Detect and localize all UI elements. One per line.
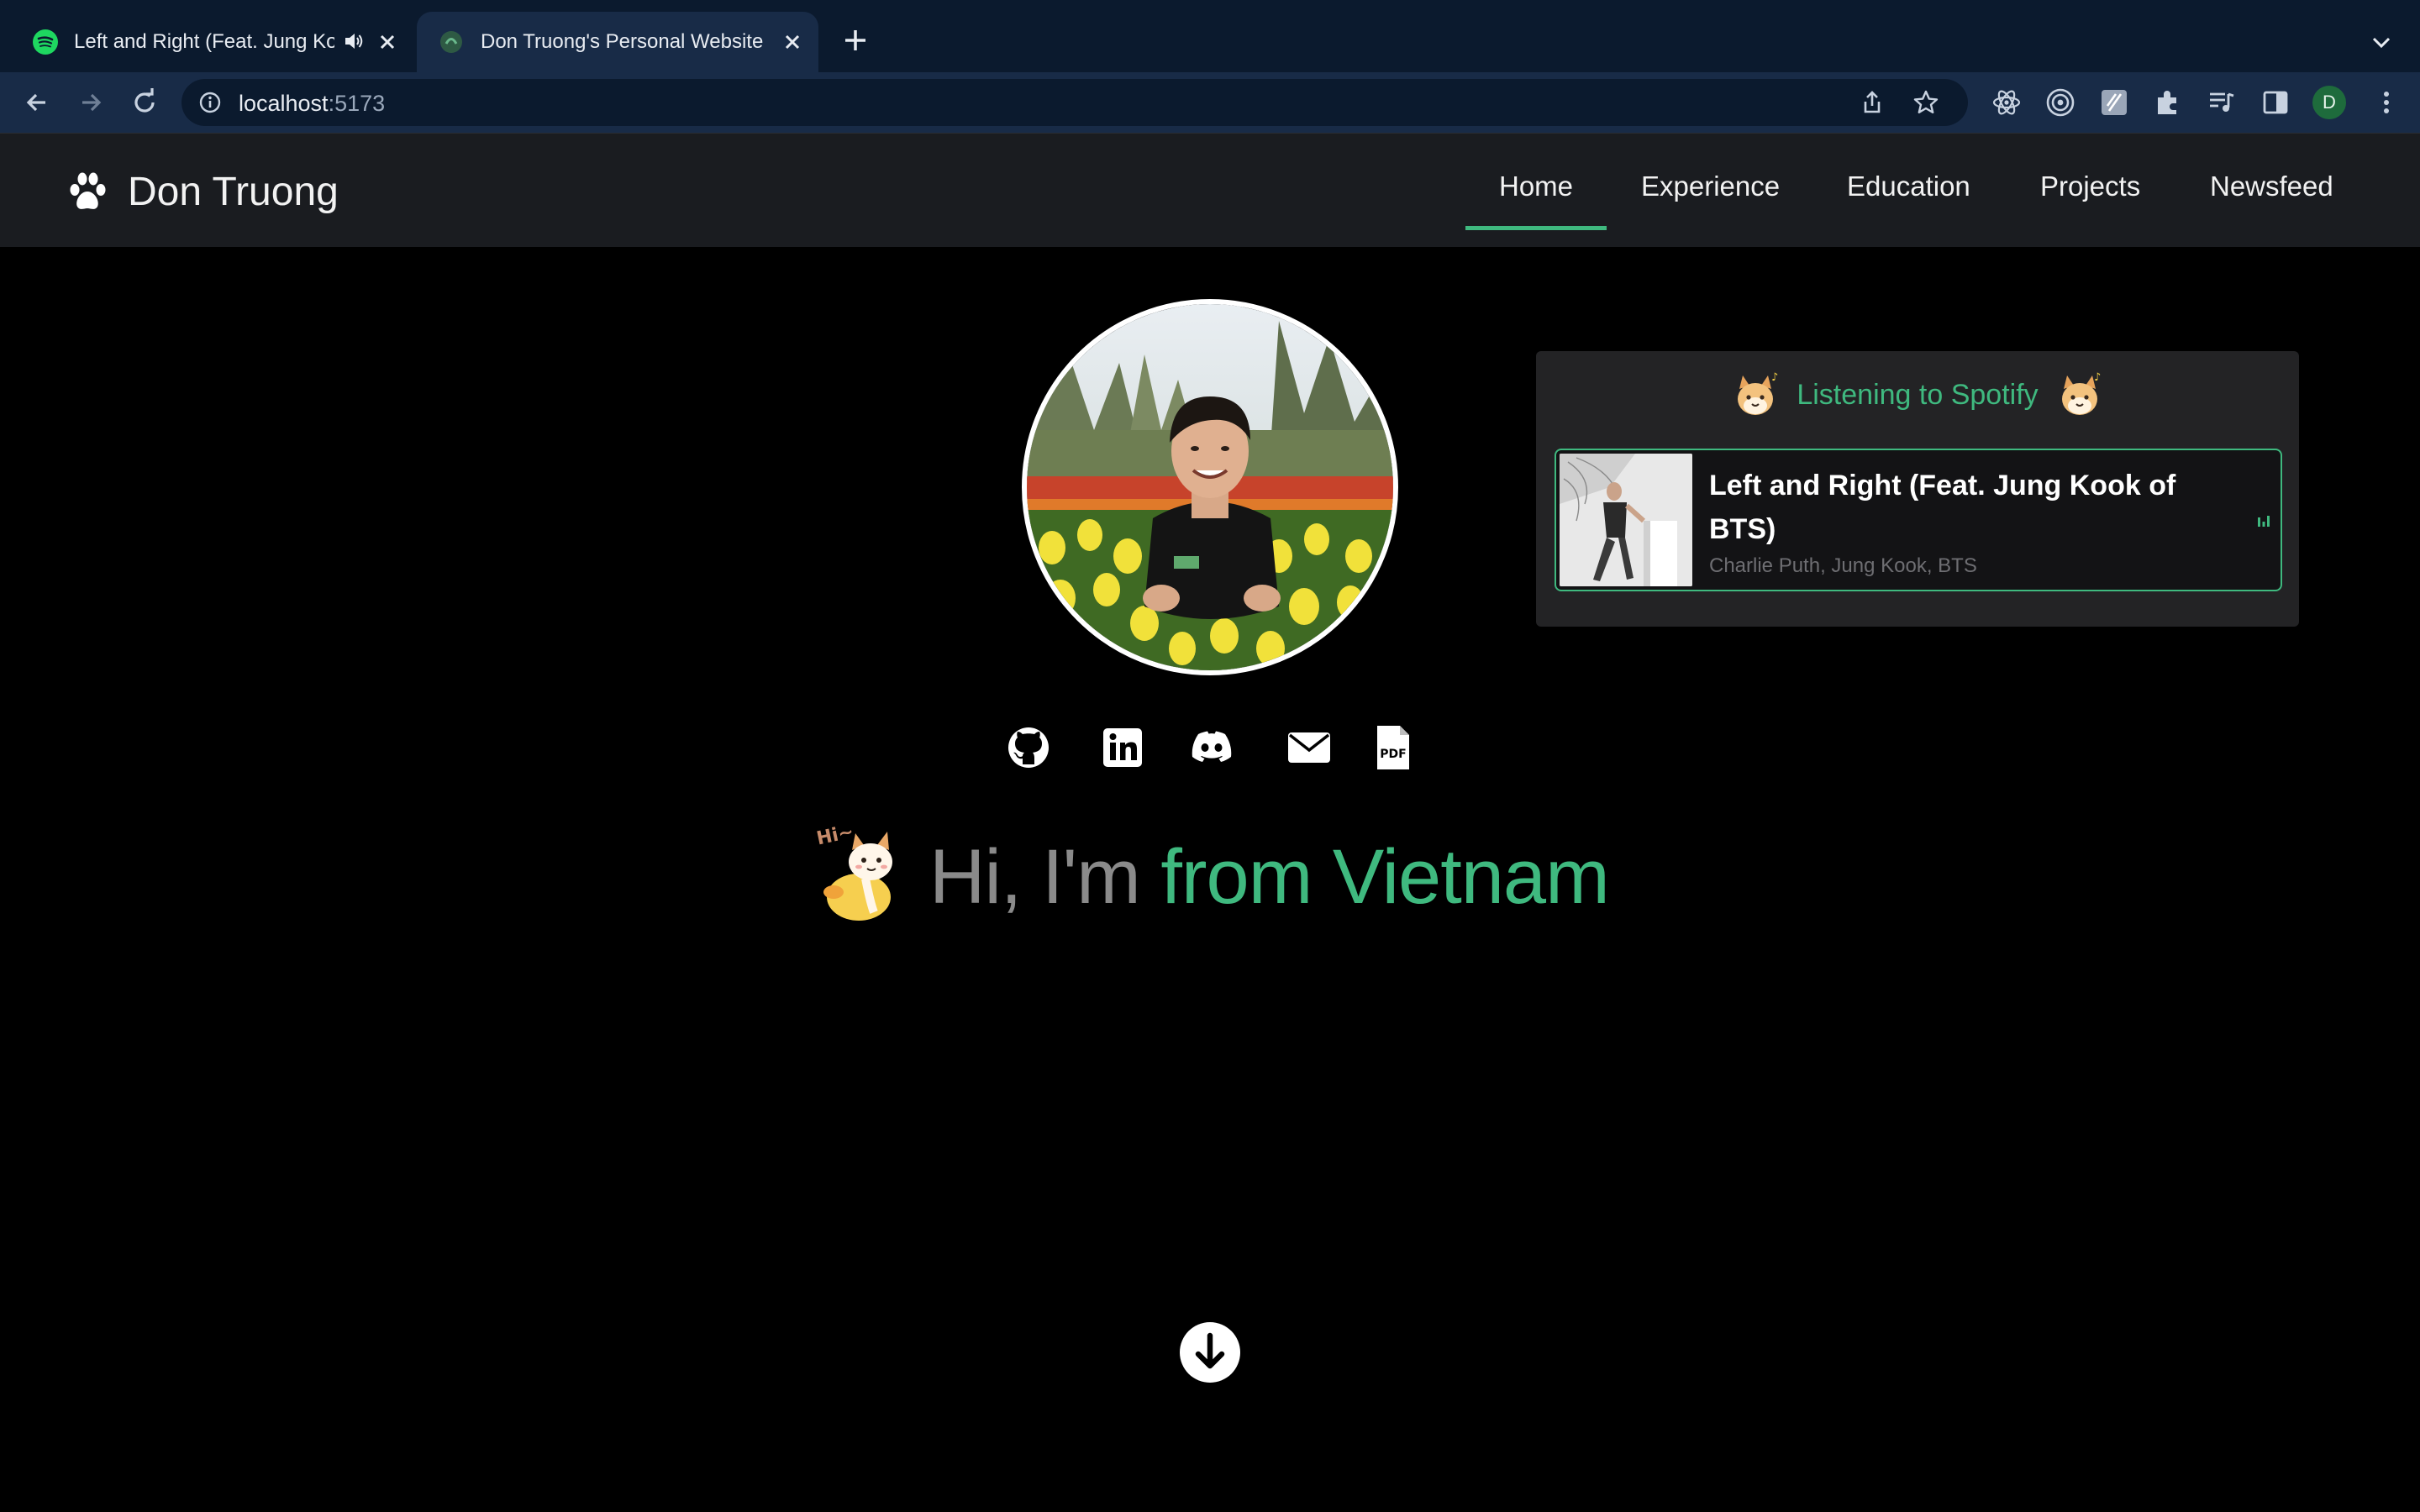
browser-toolbar: localhost:5173 D [0, 72, 2420, 133]
pdf-icon[interactable]: PDF [1375, 724, 1422, 771]
close-tab-icon[interactable] [781, 31, 803, 53]
tab-title: Don Truong's Personal Website [481, 30, 764, 53]
target-extension-icon[interactable] [2044, 86, 2077, 119]
react-devtools-icon[interactable] [1990, 86, 2023, 119]
hero-heading: Hi, I'm from Vietnam [929, 833, 1610, 921]
browser-tab-bar: Left and Right (Feat. Jung Kook of BTS) … [0, 0, 2420, 72]
nav-link-projects[interactable]: Projects [2040, 171, 2140, 202]
tab-personal-website[interactable]: Don Truong's Personal Website [417, 12, 818, 72]
dancing-cat-sticker-icon: ♪ [1731, 370, 1780, 419]
site-info-icon[interactable] [198, 91, 222, 114]
paw-icon [66, 171, 109, 213]
now-playing-track[interactable]: Left and Right (Feat. Jung Kook of BTS) … [1555, 449, 2282, 591]
nav-link-home[interactable]: Home [1499, 171, 1573, 202]
playing-equalizer-icon [2257, 514, 2270, 528]
nav-link-education[interactable]: Education [1847, 171, 1970, 202]
nav-link-experience[interactable]: Experience [1641, 171, 1780, 202]
hero-greeting: Hi~ Hi, I'm from Vietnam [815, 820, 1622, 929]
svg-text:♪: ♪ [2094, 371, 2101, 384]
new-tab-icon[interactable] [840, 25, 871, 55]
active-nav-indicator [1465, 226, 1607, 230]
site-navbar: Don Truong Home Experience Education Pro… [0, 133, 2420, 247]
tab-search-chevron-icon[interactable] [2368, 29, 2395, 55]
profile-avatar[interactable]: D [2312, 86, 2346, 119]
hero-rotating-text: from Vietnam [1160, 834, 1609, 920]
url-port: :5173 [328, 91, 386, 116]
github-icon[interactable] [1005, 724, 1052, 771]
extensions-puzzle-icon[interactable] [2151, 86, 2185, 119]
track-title: Left and Right (Feat. Jung Kook of BTS) [1709, 470, 2176, 545]
svg-text:♪: ♪ [1771, 371, 1778, 384]
side-panel-icon[interactable] [2259, 86, 2292, 119]
track-artists: Charlie Puth, Jung Kook, BTS [1709, 554, 1977, 577]
discord-icon[interactable] [1186, 724, 1234, 771]
spotify-icon [32, 29, 59, 55]
nav-link-newsfeed[interactable]: Newsfeed [2210, 171, 2333, 202]
hero-intro: Hi, I'm [929, 834, 1141, 920]
url-host: localhost [239, 91, 329, 116]
tab-title: Left and Right (Feat. Jung Kook of BTS) … [74, 30, 334, 53]
site-logo[interactable]: Don Truong [66, 169, 339, 215]
reload-icon[interactable] [128, 86, 161, 119]
audio-playing-icon[interactable] [343, 30, 365, 52]
more-menu-icon[interactable] [2370, 86, 2403, 119]
extension-app-icon[interactable] [2097, 86, 2131, 119]
site-favicon-icon [439, 29, 464, 55]
spotify-header: ♪ Listening to Spotify ♪ [1536, 370, 2299, 420]
email-icon[interactable] [1286, 724, 1333, 771]
album-cover-image [1560, 454, 1692, 586]
social-links: PDF [1005, 724, 1417, 771]
url-text: localhost:5173 [239, 91, 385, 117]
linkedin-icon[interactable] [1099, 724, 1146, 771]
svg-text:PDF: PDF [1380, 748, 1406, 761]
forward-arrow-icon[interactable] [74, 86, 108, 119]
tab-spotify[interactable]: Left and Right (Feat. Jung Kook of BTS) … [13, 12, 412, 72]
back-arrow-icon[interactable] [20, 86, 54, 119]
profile-photo [1022, 299, 1398, 675]
address-bar[interactable]: localhost:5173 [182, 79, 1968, 126]
dancing-cat-sticker-icon: ♪ [2055, 370, 2104, 419]
spotify-listening-title: Listening to Spotify [1797, 378, 2039, 411]
brand-name: Don Truong [128, 170, 339, 214]
share-icon[interactable] [1859, 89, 1886, 116]
sticker-text: Hi~ [815, 822, 855, 850]
bookmark-star-icon[interactable] [1912, 89, 1939, 116]
spotify-now-playing-card: ♪ Listening to Spotify ♪ Left and Right … [1536, 351, 2299, 627]
hi-cat-duck-sticker-icon: Hi~ [815, 820, 909, 924]
close-tab-icon[interactable] [376, 31, 398, 53]
media-queue-icon[interactable] [2205, 86, 2238, 119]
scroll-down-arrow-icon[interactable] [1178, 1320, 1242, 1384]
